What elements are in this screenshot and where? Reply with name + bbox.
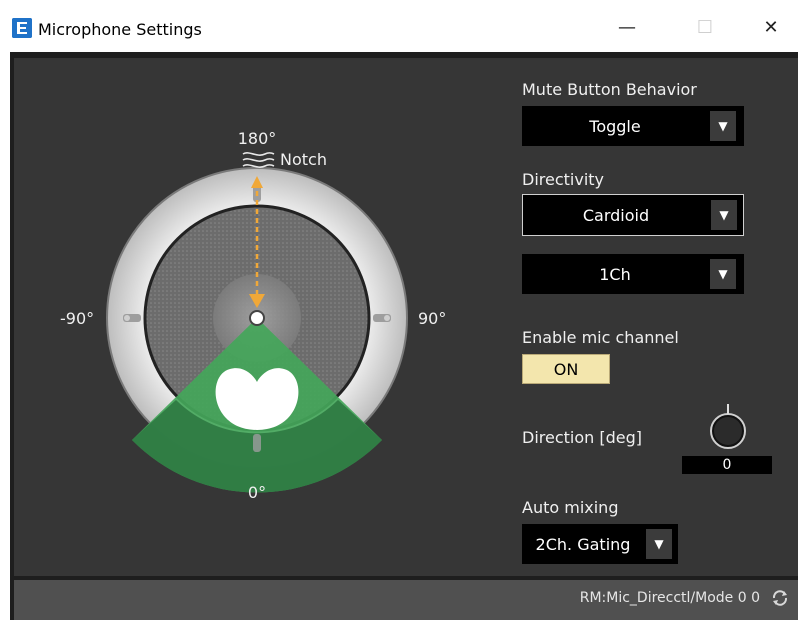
enable-mic-label: Enable mic channel (522, 328, 679, 347)
maximize-icon: ☐ (696, 17, 714, 38)
status-bar: RM:Mic_Direcctl/Mode 0 0 (14, 580, 798, 620)
close-icon: ✕ (763, 17, 779, 38)
bottom-mic-icon (253, 434, 261, 452)
close-button[interactable]: ✕ (748, 10, 794, 46)
title-bar: Microphone Settings — ☐ ✕ (0, 0, 798, 52)
status-text: RM:Mic_Direcctl/Mode 0 0 (579, 590, 760, 606)
angle-label-top: 180° (238, 129, 277, 148)
notch-icon (242, 152, 275, 168)
center-pivot (249, 310, 265, 326)
direction-label: Direction [deg] (522, 428, 643, 447)
angle-label-bottom: 0° (248, 483, 266, 502)
directivity-dropdown[interactable]: Cardioid ▼ (522, 194, 744, 236)
channel-value: 1Ch (599, 264, 631, 284)
maximize-button[interactable]: ☐ (682, 10, 728, 46)
mute-behavior-dropdown[interactable]: Toggle ▼ (522, 106, 744, 146)
directivity-value: Cardioid (582, 205, 650, 225)
auto-mixing-dropdown[interactable]: 2Ch. Gating ▼ (522, 524, 678, 564)
chevron-down-icon: ▼ (710, 111, 736, 141)
left-mic-icon (123, 314, 141, 322)
auto-mixing-label: Auto mixing (522, 498, 619, 517)
chevron-down-icon: ▼ (646, 529, 672, 559)
enable-mic-toggle[interactable]: ON (522, 354, 610, 384)
chevron-down-icon: ▼ (711, 200, 737, 230)
angle-label-left: -90° (60, 309, 94, 328)
auto-mixing-value: 2Ch. Gating (535, 534, 631, 554)
mute-behavior-label: Mute Button Behavior (522, 80, 697, 99)
minimize-button[interactable]: — (604, 10, 650, 46)
minimize-icon: — (618, 17, 636, 38)
chevron-down-icon: ▼ (710, 259, 736, 289)
app-icon (12, 18, 32, 38)
direction-value: 0 (682, 456, 772, 474)
angle-label-right: 90° (418, 309, 446, 328)
right-mic-icon (373, 314, 391, 322)
directivity-label: Directivity (522, 170, 605, 189)
mute-behavior-value: Toggle (589, 116, 641, 136)
channel-dropdown[interactable]: 1Ch ▼ (522, 254, 744, 294)
direction-knob[interactable] (706, 402, 750, 454)
window-title: Microphone Settings (38, 20, 202, 39)
window-left-gutter (0, 52, 10, 620)
refresh-icon[interactable] (768, 586, 792, 610)
notch-label: Notch (280, 150, 327, 169)
